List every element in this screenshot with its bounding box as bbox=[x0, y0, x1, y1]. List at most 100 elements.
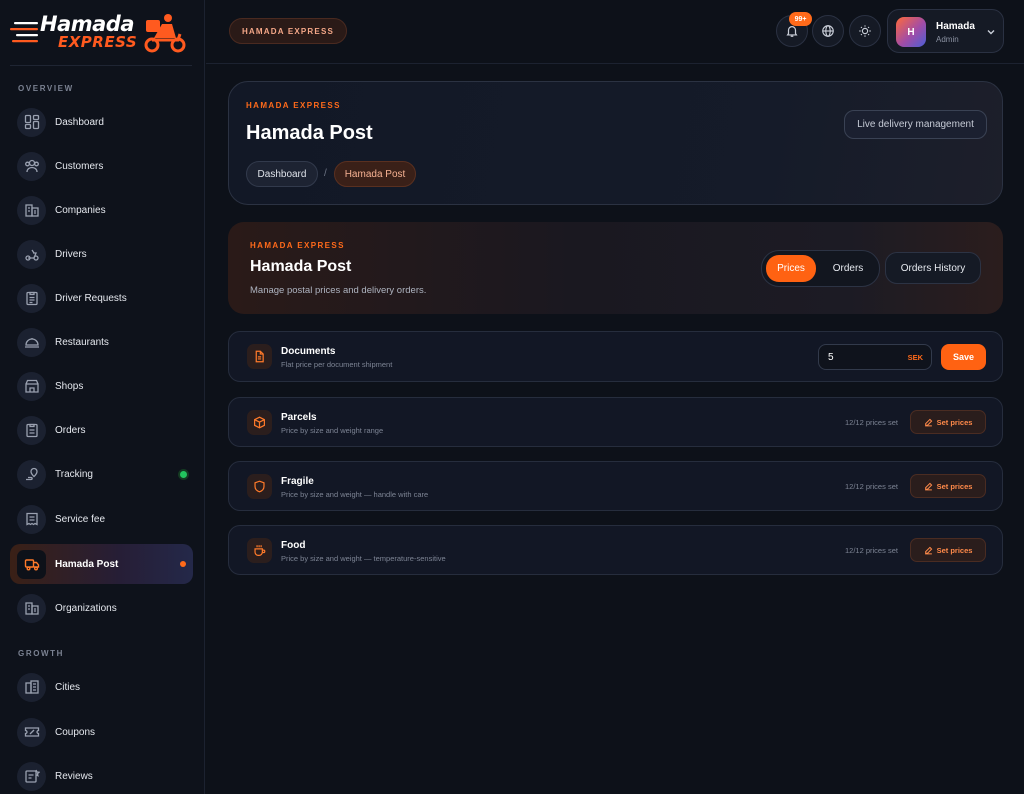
save-button[interactable]: Save bbox=[941, 344, 986, 370]
sidebar-divider bbox=[10, 65, 192, 66]
sidebar-item-service-fee[interactable]: Service fee bbox=[10, 499, 193, 539]
set-prices-button[interactable]: Set prices bbox=[910, 474, 986, 498]
user-role: Admin bbox=[936, 35, 959, 44]
live-delivery-button[interactable]: Live delivery management bbox=[844, 110, 987, 139]
dashboard-icon bbox=[17, 107, 46, 137]
sidebar-item-label: Service fee bbox=[55, 513, 106, 525]
banner-subtitle: Manage postal prices and delivery orders… bbox=[250, 285, 427, 296]
row-subtitle: Price by size and weight range bbox=[281, 426, 384, 435]
row-title: Parcels bbox=[281, 412, 317, 423]
breadcrumb-dashboard[interactable]: Dashboard bbox=[246, 161, 318, 187]
sidebar-item-label: Organizations bbox=[55, 602, 117, 614]
document-icon bbox=[247, 344, 272, 369]
tab-prices[interactable]: Prices bbox=[766, 255, 816, 282]
truck-icon bbox=[17, 549, 46, 579]
set-prices-button[interactable]: Set prices bbox=[910, 538, 986, 562]
avatar: H bbox=[896, 17, 926, 47]
orders-icon bbox=[17, 415, 46, 445]
set-prices-label: Set prices bbox=[936, 417, 973, 427]
sidebar-item-dashboard[interactable]: Dashboard bbox=[10, 102, 193, 142]
breadcrumb-current: Hamada Post bbox=[334, 161, 416, 187]
store-icon bbox=[17, 371, 46, 401]
sidebar-item-orders[interactable]: Orders bbox=[10, 410, 193, 450]
price-row-food: Food Price by size and weight — temperat… bbox=[228, 525, 1003, 575]
section-label-overview: OVERVIEW bbox=[18, 84, 74, 93]
sun-icon bbox=[859, 25, 871, 37]
tab-orders[interactable]: Orders bbox=[820, 255, 876, 282]
sidebar-item-label: Driver Requests bbox=[55, 292, 127, 304]
row-title: Fragile bbox=[281, 476, 314, 487]
breadcrumb-separator: / bbox=[324, 168, 327, 179]
sidebar-item-label: Reviews bbox=[55, 770, 93, 782]
brand-logo[interactable]: Hamada EXPRESS bbox=[10, 12, 192, 56]
row-subtitle: Price by size and weight — handle with c… bbox=[281, 490, 429, 499]
page-eyebrow: HAMADA EXPRESS bbox=[246, 101, 341, 110]
sidebar-item-label: Customers bbox=[55, 160, 104, 172]
sidebar: Hamada EXPRESS OVERVIEW Dashboard Custom… bbox=[0, 0, 205, 794]
notifications-button[interactable]: 99+ bbox=[776, 12, 812, 47]
view-tabs: Prices Orders bbox=[761, 250, 880, 287]
price-row-parcels: Parcels Price by size and weight range 1… bbox=[228, 397, 1003, 447]
user-name: Hamada bbox=[936, 21, 975, 32]
orders-history-button[interactable]: Orders History bbox=[885, 252, 981, 284]
set-prices-label: Set prices bbox=[936, 545, 973, 555]
sidebar-item-label: Shops bbox=[55, 380, 84, 392]
chevron-down-icon bbox=[987, 30, 995, 35]
price-row-fragile: Fragile Price by size and weight — handl… bbox=[228, 461, 1003, 511]
buildings-icon bbox=[17, 593, 46, 623]
sidebar-item-companies[interactable]: Companies bbox=[10, 190, 193, 230]
sidebar-item-label: Tracking bbox=[55, 468, 93, 480]
sidebar-item-tracking[interactable]: Tracking bbox=[10, 454, 193, 494]
sidebar-item-label: Cities bbox=[55, 681, 81, 693]
prices-set-count: 12/12 prices set bbox=[845, 546, 898, 555]
page-header-card: HAMADA EXPRESS Hamada Post Dashboard / H… bbox=[228, 81, 1003, 205]
price-currency: SEK bbox=[907, 353, 923, 362]
users-icon bbox=[17, 151, 46, 181]
sidebar-item-label: Orders bbox=[55, 424, 86, 436]
sidebar-item-label: Dashboard bbox=[55, 116, 104, 128]
sidebar-item-cities[interactable]: Cities bbox=[10, 667, 193, 707]
page-title: Hamada Post bbox=[246, 122, 373, 144]
sidebar-item-drivers[interactable]: Drivers bbox=[10, 234, 193, 274]
banner-eyebrow: HAMADA EXPRESS bbox=[250, 241, 345, 250]
receipt-icon bbox=[17, 504, 46, 534]
set-prices-button[interactable]: Set prices bbox=[910, 410, 986, 434]
sidebar-item-restaurants[interactable]: Restaurants bbox=[10, 322, 193, 362]
section-banner: HAMADA EXPRESS Hamada Post Manage postal… bbox=[228, 222, 1003, 314]
delivery-scooter-icon bbox=[144, 14, 186, 53]
scooter-icon bbox=[17, 239, 46, 269]
sidebar-item-hamada-post[interactable]: Hamada Post bbox=[10, 544, 193, 584]
sidebar-item-organizations[interactable]: Organizations bbox=[10, 588, 193, 628]
row-subtitle: Price by size and weight — temperature-s… bbox=[281, 554, 446, 563]
sidebar-item-customers[interactable]: Customers bbox=[10, 146, 193, 186]
sidebar-item-label: Coupons bbox=[55, 726, 96, 738]
buildings-icon bbox=[17, 195, 46, 225]
sidebar-item-shops[interactable]: Shops bbox=[10, 366, 193, 406]
review-icon bbox=[17, 761, 46, 791]
brand-tagline: EXPRESS bbox=[58, 33, 138, 51]
sidebar-item-label: Restaurants bbox=[55, 336, 109, 348]
prices-set-count: 12/12 prices set bbox=[845, 418, 898, 427]
sidebar-item-driver-requests[interactable]: Driver Requests bbox=[10, 278, 193, 318]
sidebar-item-coupons[interactable]: Coupons bbox=[10, 712, 193, 752]
top-bar: HAMADA EXPRESS 99+ H Hamada Admin bbox=[206, 0, 1024, 64]
user-menu[interactable]: H Hamada Admin bbox=[887, 9, 1004, 53]
theme-toggle-button[interactable] bbox=[849, 15, 881, 47]
cup-icon bbox=[247, 538, 272, 563]
sidebar-item-label: Drivers bbox=[55, 248, 87, 260]
box-icon bbox=[247, 410, 272, 435]
language-button[interactable] bbox=[812, 15, 844, 47]
active-indicator-dot bbox=[180, 561, 186, 567]
clipboard-icon bbox=[17, 283, 46, 313]
row-title: Documents bbox=[281, 346, 336, 357]
brand-pill: HAMADA EXPRESS bbox=[229, 18, 347, 44]
section-label-growth: GROWTH bbox=[18, 649, 65, 658]
cloche-icon bbox=[17, 327, 46, 357]
edit-icon bbox=[924, 546, 932, 554]
row-subtitle: Flat price per document shipment bbox=[281, 360, 393, 369]
speed-lines-icon bbox=[10, 22, 38, 43]
city-icon bbox=[17, 672, 46, 702]
document-price-input[interactable]: 5 SEK bbox=[818, 344, 932, 370]
sidebar-item-reviews[interactable]: Reviews bbox=[10, 756, 193, 794]
online-status-dot bbox=[180, 470, 187, 478]
